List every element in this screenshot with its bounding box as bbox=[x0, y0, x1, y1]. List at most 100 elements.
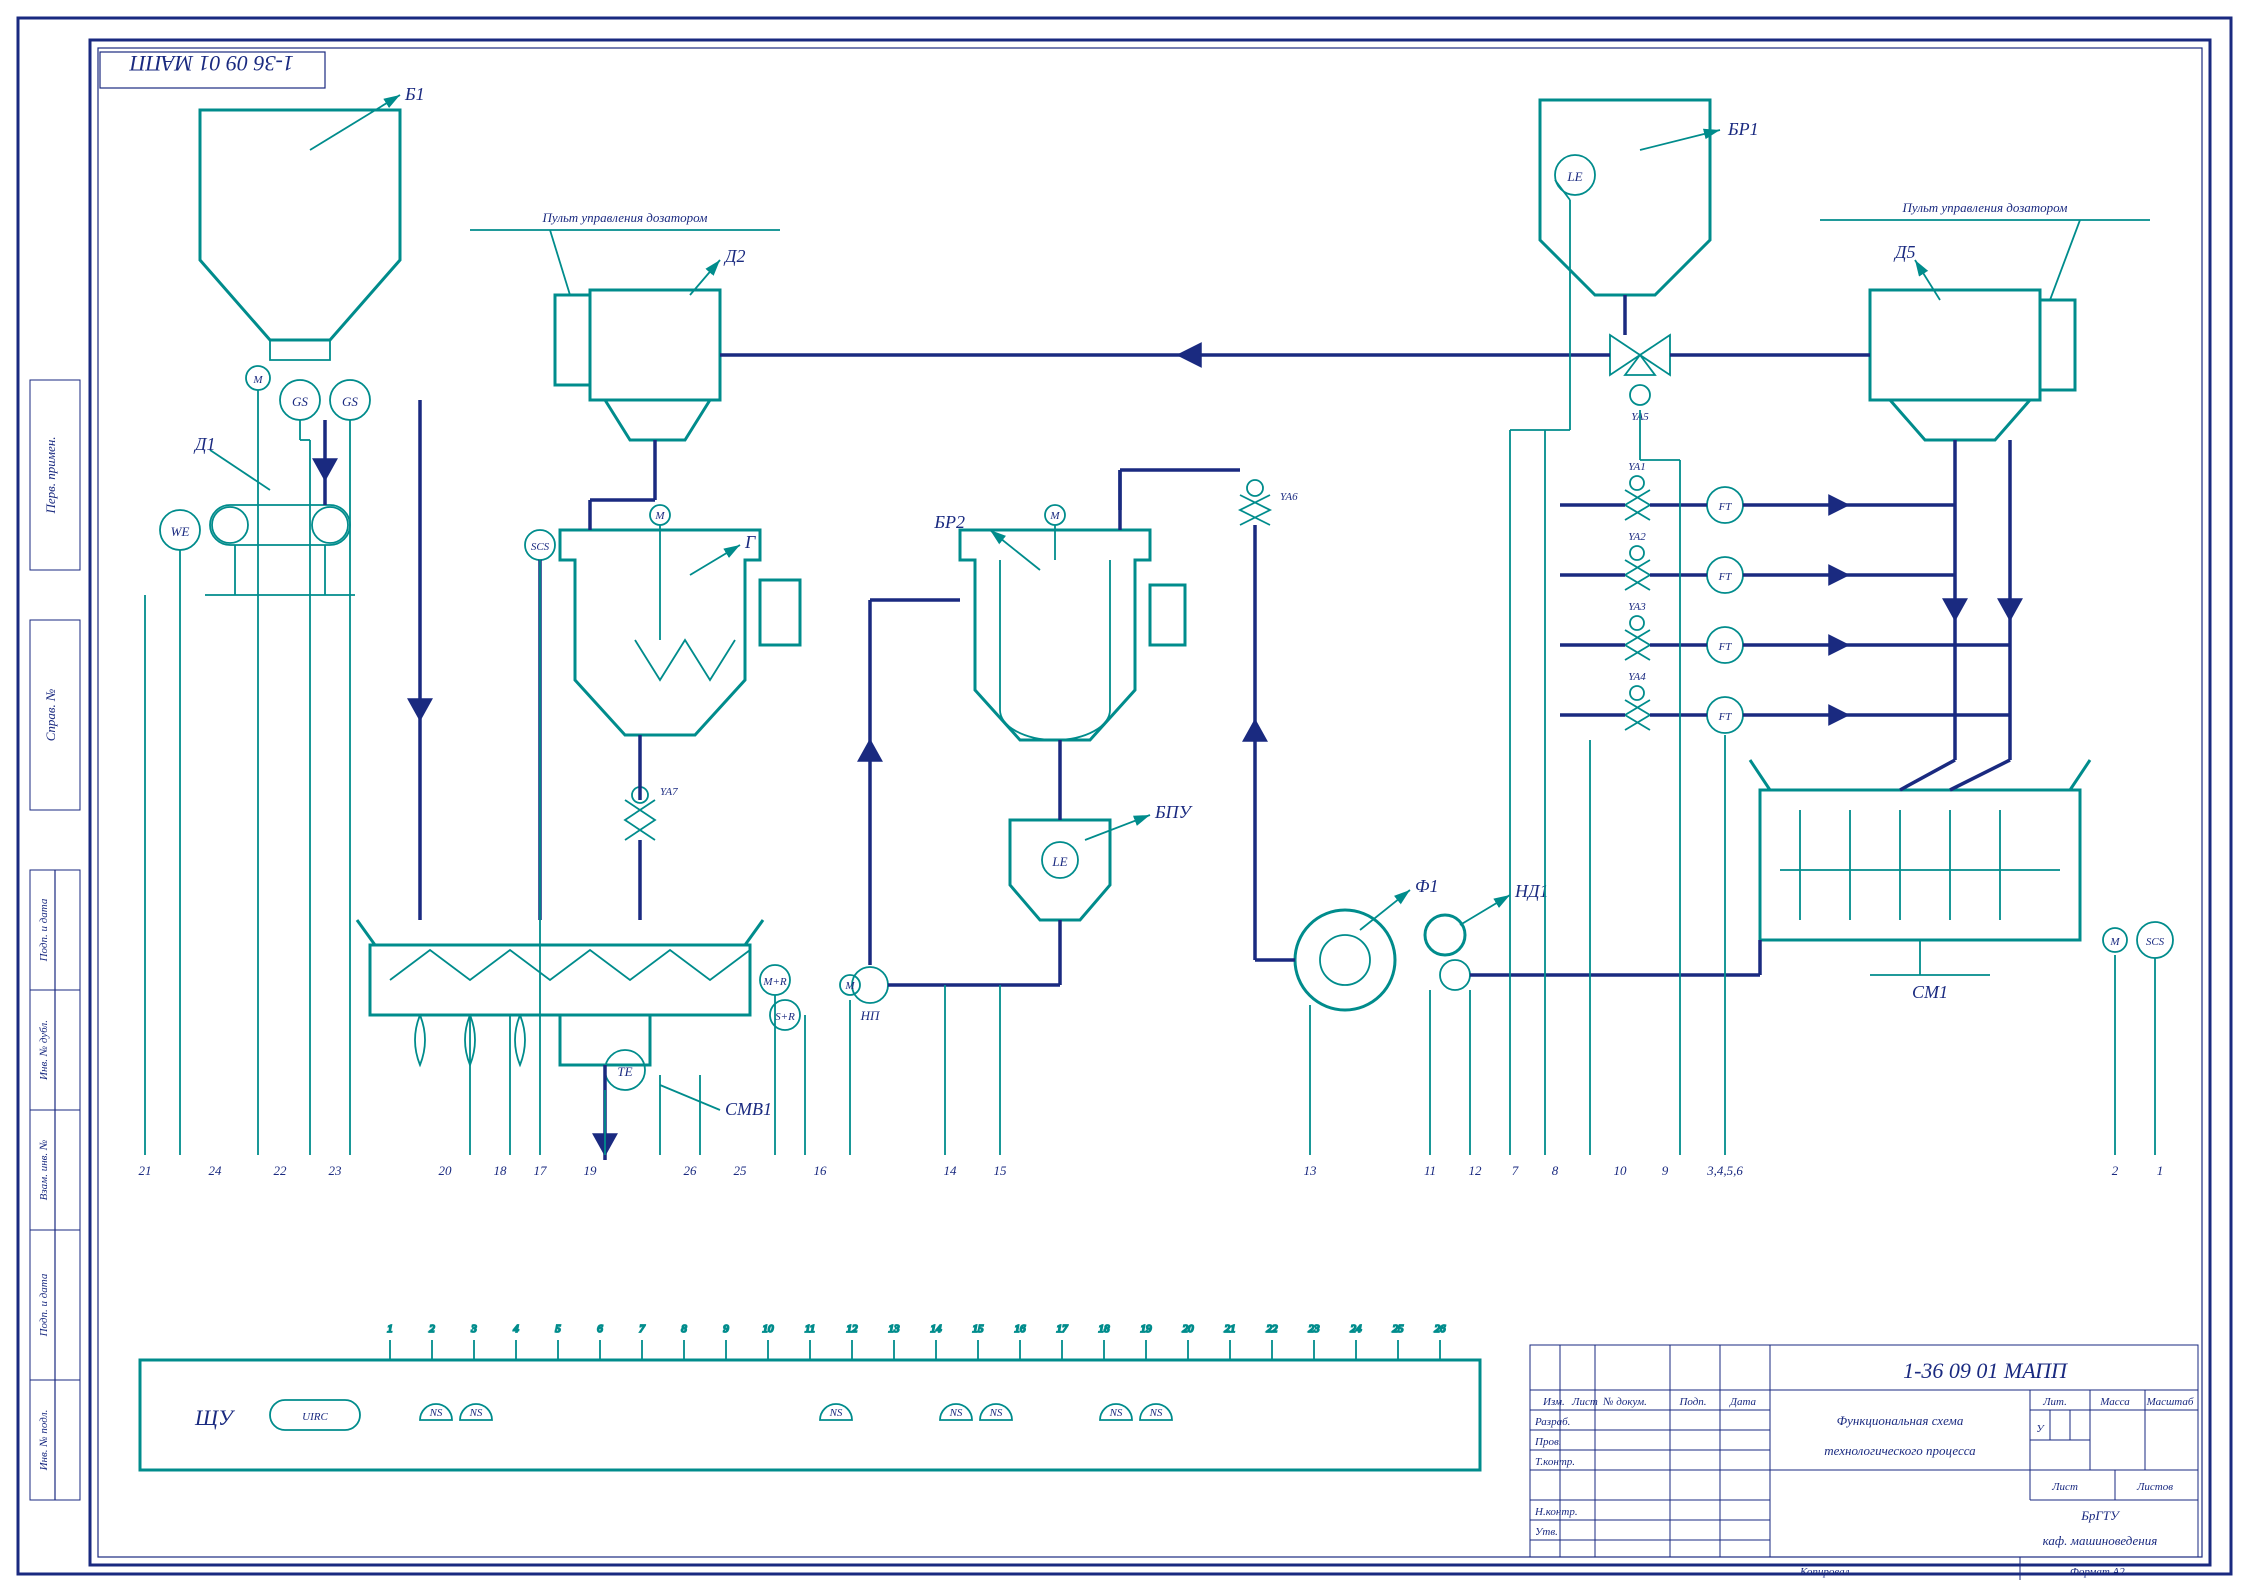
svg-text:NS: NS bbox=[829, 1407, 843, 1419]
svg-text:2: 2 bbox=[2112, 1163, 2119, 1178]
svg-text:Разраб.: Разраб. bbox=[1534, 1416, 1570, 1428]
svg-text:Д5: Д5 bbox=[1893, 242, 1915, 262]
svg-text:№ докум.: № докум. bbox=[1602, 1396, 1647, 1408]
svg-text:Функциональная схема: Функциональная схема bbox=[1837, 1413, 1964, 1428]
svg-text:1: 1 bbox=[387, 1323, 393, 1335]
svg-text:БР2: БР2 bbox=[933, 512, 965, 532]
svg-text:Т.контр.: Т.контр. bbox=[1535, 1456, 1575, 1468]
svg-text:22: 22 bbox=[274, 1163, 288, 1178]
hopper-bpu: LE БПУ bbox=[1010, 802, 1193, 920]
svg-text:YA1: YA1 bbox=[1628, 461, 1646, 473]
svg-text:Пров.: Пров. bbox=[1534, 1436, 1561, 1448]
svg-text:10: 10 bbox=[763, 1323, 775, 1335]
svg-text:Изм.: Изм. bbox=[1542, 1396, 1565, 1408]
svg-text:Д1: Д1 bbox=[193, 434, 215, 454]
conveyor-d1: Д1 bbox=[193, 434, 355, 595]
svg-text:TE: TE bbox=[617, 1064, 632, 1079]
svg-text:M+R: M+R bbox=[762, 976, 787, 988]
svg-text:Пульт управления дозатором: Пульт управления дозатором bbox=[542, 210, 708, 225]
svg-text:Утв.: Утв. bbox=[1535, 1526, 1558, 1538]
svg-text:YA3: YA3 bbox=[1628, 601, 1646, 613]
svg-text:Масштаб: Масштаб bbox=[2146, 1396, 2194, 1408]
svg-text:FT: FT bbox=[1718, 641, 1733, 653]
svg-text:Формат А2: Формат А2 bbox=[2070, 1566, 2125, 1578]
svg-text:Лит.: Лит. bbox=[2042, 1396, 2067, 1408]
svg-text:12: 12 bbox=[847, 1323, 859, 1335]
svg-text:1: 1 bbox=[2157, 1163, 2164, 1178]
valve-ya6: YA6 bbox=[1240, 480, 1298, 525]
svg-text:NS: NS bbox=[989, 1407, 1003, 1419]
svg-text:15: 15 bbox=[994, 1163, 1008, 1178]
wire-numbers: 21 24 22 23 20 18 17 19 26 25 16 14 15 1… bbox=[139, 1163, 2164, 1178]
svg-text:M: M bbox=[1049, 510, 1060, 522]
svg-text:23: 23 bbox=[329, 1163, 343, 1178]
svg-text:NS: NS bbox=[949, 1407, 963, 1419]
svg-text:Д2: Д2 bbox=[723, 246, 745, 266]
svg-text:6: 6 bbox=[597, 1323, 603, 1335]
svg-text:M: M bbox=[2109, 936, 2120, 948]
svg-text:НД1: НД1 bbox=[1514, 881, 1548, 901]
svg-text:SCS: SCS bbox=[531, 541, 550, 553]
svg-text:18: 18 bbox=[1099, 1323, 1111, 1335]
svg-text:FT: FT bbox=[1718, 501, 1733, 513]
hopper-br1: LE БР1 bbox=[1540, 100, 1759, 295]
dosing-lines: YA1 YA2 YA3 YA4 FT FT FT FT bbox=[1625, 461, 1743, 733]
svg-text:26: 26 bbox=[684, 1163, 698, 1178]
svg-text:M: M bbox=[654, 510, 665, 522]
svg-text:Листов: Листов bbox=[2136, 1481, 2173, 1493]
svg-text:FT: FT bbox=[1718, 571, 1733, 583]
drawing-number-top: 1-36 09 01 МАПП bbox=[129, 51, 294, 76]
svg-text:15: 15 bbox=[973, 1323, 985, 1335]
svg-text:8: 8 bbox=[1552, 1163, 1559, 1178]
svg-text:GS: GS bbox=[292, 394, 308, 409]
svg-text:21: 21 bbox=[139, 1163, 152, 1178]
svg-text:16: 16 bbox=[1015, 1323, 1027, 1335]
svg-text:13: 13 bbox=[1304, 1163, 1318, 1178]
svg-text:YA7: YA7 bbox=[660, 786, 678, 798]
svg-text:LE: LE bbox=[1051, 854, 1067, 869]
svg-text:технологического процесса: технологического процесса bbox=[1824, 1443, 1976, 1458]
svg-text:3,4,5,6: 3,4,5,6 bbox=[1706, 1163, 1743, 1178]
svg-text:Пульт управления дозатором: Пульт управления дозатором bbox=[1902, 200, 2068, 215]
mixer-sm1: СМ1 bbox=[1750, 760, 2090, 1002]
svg-text:20: 20 bbox=[1183, 1323, 1195, 1335]
svg-text:14: 14 bbox=[931, 1323, 943, 1335]
svg-text:У: У bbox=[2036, 1423, 2045, 1435]
vessel-br2: M БР2 bbox=[933, 505, 1185, 740]
svg-text:Масса: Масса bbox=[2099, 1396, 2130, 1408]
svg-text:Лист: Лист bbox=[1571, 1396, 1598, 1408]
svg-text:M: M bbox=[252, 374, 263, 386]
svg-text:GS: GS bbox=[342, 394, 358, 409]
svg-text:17: 17 bbox=[534, 1163, 548, 1178]
svg-text:18: 18 bbox=[494, 1163, 508, 1178]
svg-text:24: 24 bbox=[209, 1163, 223, 1178]
svg-text:2: 2 bbox=[429, 1323, 435, 1335]
valve-ya5: YA5 bbox=[1610, 335, 1670, 423]
svg-text:СМВ1: СМВ1 bbox=[725, 1099, 772, 1119]
svg-text:NS: NS bbox=[1109, 1407, 1123, 1419]
svg-text:каф. машиноведения: каф. машиноведения bbox=[2043, 1533, 2158, 1548]
svg-text:Лист: Лист bbox=[2051, 1481, 2078, 1493]
svg-text:Ф1: Ф1 bbox=[1415, 876, 1438, 896]
svg-text:Г: Г bbox=[744, 532, 756, 552]
side-label: Справ. № bbox=[43, 689, 58, 742]
svg-text:NS: NS bbox=[1149, 1407, 1163, 1419]
svg-text:M: M bbox=[844, 980, 855, 992]
side-label: Взам. инв. № bbox=[38, 1140, 50, 1201]
title-block: 1-36 09 01 МАПП Изм. Лист № докум. Подп.… bbox=[1530, 1345, 2198, 1580]
svg-text:БР1: БР1 bbox=[1727, 119, 1759, 139]
svg-text:16: 16 bbox=[814, 1163, 828, 1178]
svg-text:NS: NS bbox=[429, 1407, 443, 1419]
svg-text:17: 17 bbox=[1057, 1323, 1069, 1335]
svg-text:NS: NS bbox=[469, 1407, 483, 1419]
svg-text:WE: WE bbox=[171, 524, 190, 539]
svg-text:5: 5 bbox=[555, 1323, 561, 1335]
side-label: Подп. и дата bbox=[38, 1273, 50, 1337]
svg-text:БПУ: БПУ bbox=[1154, 802, 1193, 822]
svg-text:8: 8 bbox=[681, 1323, 687, 1335]
signal-lines bbox=[145, 180, 2155, 1155]
svg-text:UIRC: UIRC bbox=[302, 1411, 328, 1423]
svg-text:SCS: SCS bbox=[2146, 936, 2165, 948]
svg-text:Подп.: Подп. bbox=[1678, 1396, 1706, 1408]
svg-text:7: 7 bbox=[639, 1323, 645, 1335]
